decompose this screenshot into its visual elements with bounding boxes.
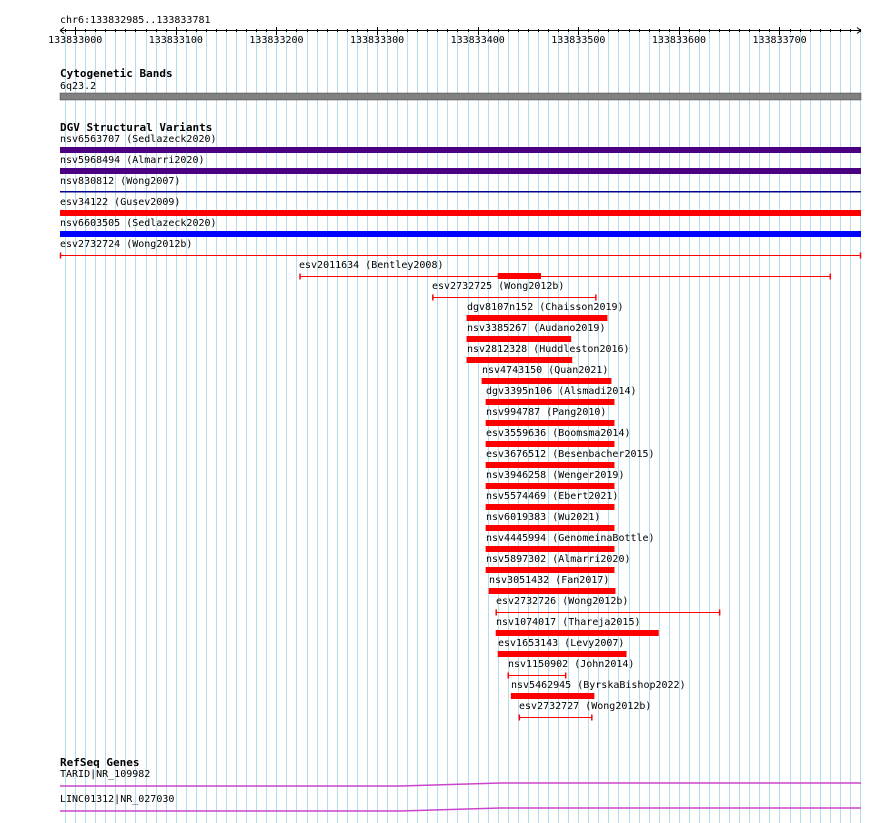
sv-feature-label[interactable]: nsv5462945 (ByrskaBishop2022)	[511, 680, 686, 691]
sv-feature-label[interactable]: nsv5968494 (Almarri2020)	[60, 155, 205, 166]
sv-feature-bar	[60, 231, 861, 237]
tracks-canvas[interactable]	[0, 0, 890, 823]
sv-feature-bar	[485, 567, 615, 573]
sv-feature-label[interactable]: esv34122 (Gusev2009)	[60, 197, 180, 208]
sv-feature-label[interactable]: nsv1074017 (Thareja2015)	[496, 617, 641, 628]
gene-intron-line	[60, 807, 861, 812]
sv-feature-label[interactable]: esv2732725 (Wong2012b)	[432, 281, 564, 292]
sv-feature-bar	[60, 147, 861, 153]
sv-feature-bar	[488, 588, 616, 594]
sv-feature-label[interactable]: nsv5897302 (Almarri2020)	[486, 554, 631, 565]
sv-feature-bar	[466, 336, 572, 342]
sv-feature-bar	[466, 357, 573, 363]
sv-feature-label[interactable]: esv3559636 (Boomsma2014)	[486, 428, 631, 439]
sv-feature-bar	[485, 504, 615, 510]
sv-feature-label[interactable]: esv2732724 (Wong2012b)	[60, 239, 192, 250]
sv-feature-bar	[485, 462, 615, 468]
sv-feature-bar	[481, 378, 612, 384]
genome-browser: chr6:133832985..133833781 133833000 13383…	[0, 0, 890, 823]
sv-feature-bar	[466, 315, 608, 321]
sv-feature-label[interactable]: nsv830812 (Wong2007)	[60, 176, 180, 187]
sv-feature-label[interactable]: esv2732727 (Wong2012b)	[519, 701, 651, 712]
sv-feature-inner-bar	[497, 273, 542, 279]
sv-feature-label[interactable]: nsv2812328 (Huddleston2016)	[467, 344, 630, 355]
sv-feature-bar	[495, 630, 659, 636]
gene-label[interactable]: LINC01312|NR_027030	[60, 794, 174, 805]
sv-feature-label[interactable]: nsv3051432 (Fan2017)	[489, 575, 609, 586]
gene-label[interactable]: TARID|NR_109982	[60, 769, 150, 780]
sv-feature-bar	[60, 168, 861, 174]
sv-feature-label[interactable]: esv1653143 (Levy2007)	[498, 638, 624, 649]
sv-feature-bar	[485, 441, 615, 447]
sv-feature-label[interactable]: nsv4743150 (Quan2021)	[482, 365, 608, 376]
sv-feature-bar	[510, 693, 595, 699]
sv-feature-label[interactable]: esv2732726 (Wong2012b)	[496, 596, 628, 607]
gene-intron-line	[60, 782, 861, 787]
sv-feature-bar	[485, 546, 615, 552]
sv-feature-bar	[485, 525, 615, 531]
sv-feature-label[interactable]: nsv5574469 (Ebert2021)	[486, 491, 618, 502]
sv-feature-label[interactable]: nsv994787 (Pang2010)	[486, 407, 606, 418]
sv-feature-label[interactable]: dgv3395n106 (Alsmadi2014)	[486, 386, 637, 397]
sv-feature-bar	[60, 210, 861, 216]
sv-feature-label[interactable]: nsv3946258 (Wenger2019)	[486, 470, 624, 481]
sv-feature-label[interactable]: esv2011634 (Bentley2008)	[299, 260, 444, 271]
sv-feature-label[interactable]: nsv1150902 (John2014)	[508, 659, 634, 670]
sv-feature-label[interactable]: nsv6563707 (Sedlazeck2020)	[60, 134, 217, 145]
sv-feature-bar	[485, 420, 615, 426]
sv-feature-label[interactable]: dgv8107n152 (Chaisson2019)	[467, 302, 624, 313]
sv-feature-bar	[485, 483, 615, 489]
sv-feature-label[interactable]: esv3676512 (Besenbacher2015)	[486, 449, 655, 460]
sv-feature-label[interactable]: nsv4445994 (GenomeinaBottle)	[486, 533, 655, 544]
sv-feature-label[interactable]: nsv6019383 (Wu2021)	[486, 512, 600, 523]
sv-feature-label[interactable]: nsv3385267 (Audano2019)	[467, 323, 605, 334]
sv-feature-bar	[60, 191, 861, 193]
sv-feature-bar	[485, 399, 615, 405]
sv-feature-label[interactable]: nsv6603505 (Sedlazeck2020)	[60, 218, 217, 229]
cytoband-bar	[59, 92, 862, 101]
sv-feature-bar	[497, 651, 627, 657]
